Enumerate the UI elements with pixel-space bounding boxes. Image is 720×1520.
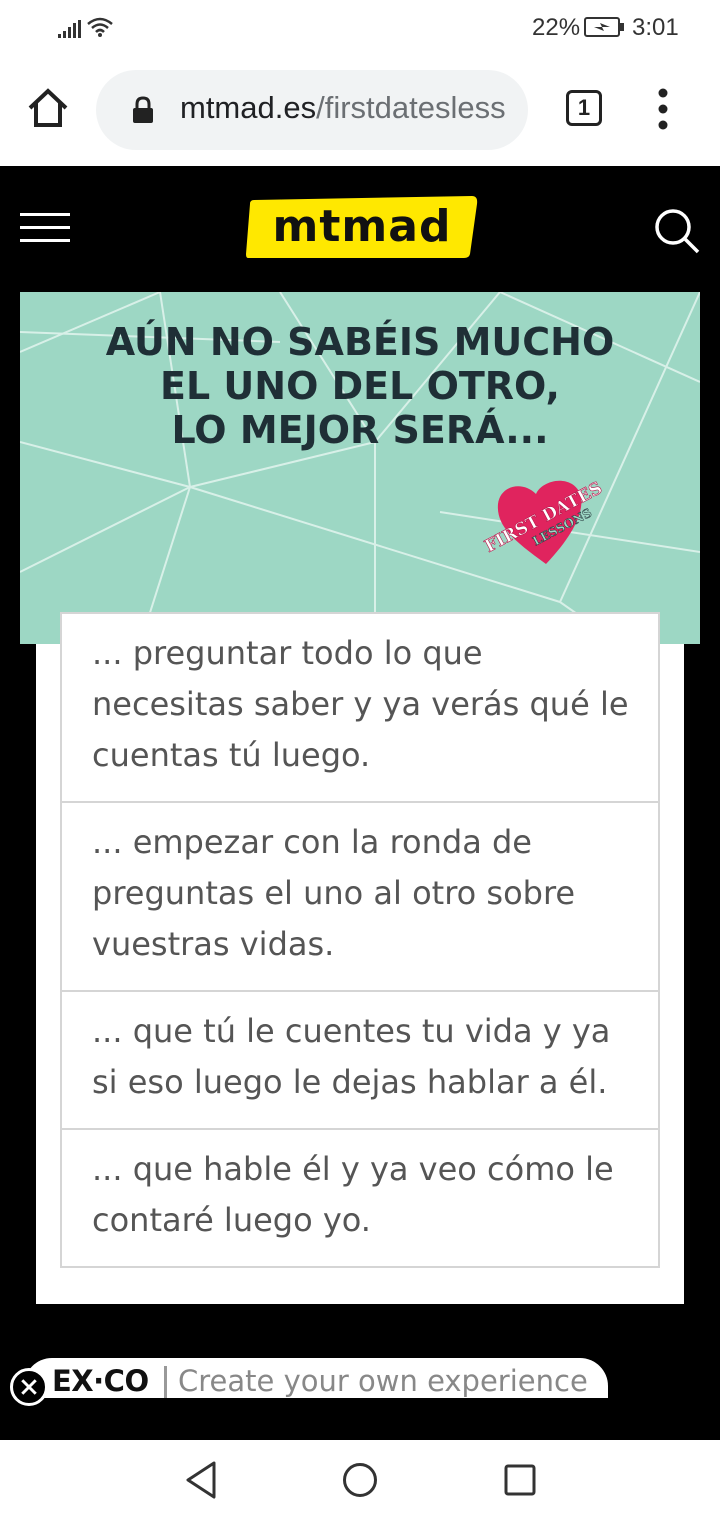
battery-charging-icon — [584, 17, 624, 37]
logo-text: mtmad — [272, 201, 452, 252]
search-icon[interactable] — [654, 208, 700, 254]
wifi-icon — [87, 17, 113, 37]
url-text[interactable]: mtmad.es/firstdatesless — [180, 90, 510, 126]
recents-icon[interactable] — [504, 1464, 536, 1496]
system-navigation-bar — [0, 1440, 720, 1520]
banner-title: AÚN NO SABÉIS MUCHO EL UNO DEL OTRO, LO … — [20, 320, 700, 452]
address-bar[interactable]: mtmad.es/firstdatesless — [96, 70, 528, 150]
answer-options: ... preguntar todo lo que necesitas sabe… — [60, 612, 660, 1268]
more-vert-icon[interactable] — [656, 88, 670, 130]
divider — [164, 1366, 167, 1398]
home-circle-icon[interactable] — [342, 1462, 378, 1498]
tab-switcher-button[interactable]: 1 — [566, 90, 602, 126]
mtmad-logo[interactable]: mtmad — [246, 194, 478, 260]
first-dates-heart-badge: FIRST DATES LESSONS — [481, 478, 606, 564]
browser-toolbar: mtmad.es/firstdatesless 1 — [0, 56, 720, 166]
banner-title-line-1: AÚN NO SABÉIS MUCHO — [105, 320, 615, 364]
answer-option[interactable]: ... empezar con la ronda de preguntas el… — [60, 801, 660, 992]
url-host: mtmad.es — [180, 90, 317, 125]
exco-tagline: Create your own experience — [178, 1364, 588, 1398]
url-path: /firstdatesless — [316, 90, 506, 125]
battery-percent: 22% — [532, 14, 581, 41]
question-banner: AÚN NO SABÉIS MUCHO EL UNO DEL OTRO, LO … — [20, 292, 700, 644]
clock: 3:01 — [632, 14, 679, 41]
banner-title-line-2: EL UNO DEL OTRO, — [160, 364, 560, 408]
exco-ad-bar[interactable]: EX·CO Create your own experience — [24, 1358, 608, 1398]
exco-brand: EX·CO — [52, 1364, 149, 1398]
lock-icon — [133, 96, 153, 123]
home-icon[interactable] — [26, 86, 70, 130]
site-header: mtmad — [0, 166, 720, 292]
banner-title-line-3: LO MEJOR SERÁ... — [171, 408, 549, 452]
status-bar: 22% 3:01 — [0, 0, 720, 56]
back-icon[interactable] — [184, 1460, 218, 1500]
hamburger-menu-icon[interactable] — [20, 211, 70, 245]
answer-option[interactable]: ... que hable él y ya veo cómo le contar… — [60, 1128, 660, 1268]
answer-option[interactable]: ... preguntar todo lo que necesitas sabe… — [60, 612, 660, 803]
answer-option[interactable]: ... que tú le cuentes tu vida y ya si es… — [60, 990, 660, 1130]
close-icon[interactable] — [10, 1368, 48, 1406]
signal-icon — [58, 20, 81, 38]
